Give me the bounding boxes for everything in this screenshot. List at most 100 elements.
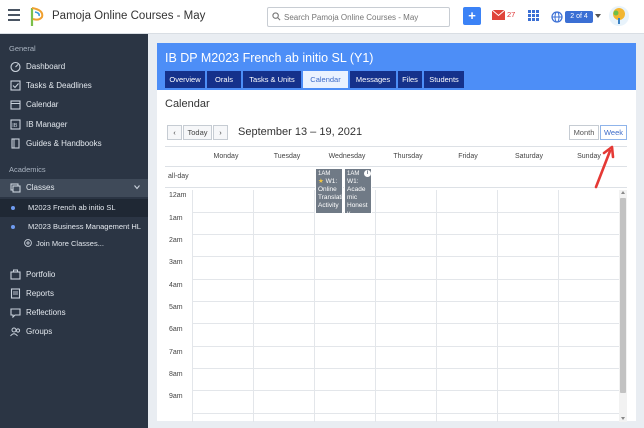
scrollbar-thumb[interactable] <box>620 198 626 393</box>
tab-orals[interactable]: Orals <box>207 71 241 88</box>
tab-files[interactable]: Files <box>398 71 422 88</box>
sidebar-heading-general: General <box>9 44 36 53</box>
hour-label: 9am <box>169 393 183 400</box>
day-gridline <box>436 190 437 422</box>
next-week-button[interactable]: › <box>213 125 228 140</box>
course-page: IB DP M2023 French ab initio SL (Y1) Ove… <box>157 43 636 422</box>
today-button[interactable]: Today <box>183 125 212 140</box>
hour-gridline <box>192 368 619 369</box>
hour-gridline <box>192 323 619 324</box>
book-icon <box>11 138 20 149</box>
day-gridline <box>314 190 315 422</box>
scroll-down-icon[interactable] <box>621 417 625 420</box>
hour-label: 4am <box>169 282 183 289</box>
create-button[interactable]: + <box>463 7 481 25</box>
mail-icon[interactable] <box>492 10 505 20</box>
sidebar-item-portfolio[interactable]: Portfolio <box>0 266 148 284</box>
day-header-saturday: Saturday <box>514 153 544 160</box>
tab-tasks-units[interactable]: Tasks & Units <box>243 71 301 88</box>
sidebar-item-ib-manager[interactable]: IB IB Manager <box>0 116 148 134</box>
avatar[interactable] <box>609 6 629 26</box>
apps-grid-icon[interactable] <box>528 10 539 21</box>
hour-label: 3am <box>169 259 183 266</box>
portfolio-icon <box>10 269 21 280</box>
sidebar-item-calendar[interactable]: Calendar <box>0 96 148 114</box>
sidebar-item-groups[interactable]: Groups <box>0 323 148 341</box>
sidebar-item-reflections[interactable]: Reflections <box>0 304 148 322</box>
day-gridline <box>192 190 193 422</box>
reports-icon <box>10 288 21 299</box>
mail-count-badge: 27 <box>507 10 516 19</box>
menu-icon[interactable] <box>8 9 20 23</box>
avatar-tree-icon <box>613 8 625 24</box>
calendar-event[interactable]: 1AM i W1: Acade mic Honest y Forum <box>344 168 372 214</box>
plus-circle-icon <box>24 239 32 247</box>
calendar-icon <box>10 100 21 110</box>
calendar-event[interactable]: 1AM ★ W1: Online Translati Activity <box>315 168 343 214</box>
tasks-icon <box>10 80 21 91</box>
chevron-down-icon[interactable] <box>134 184 140 190</box>
dashboard-icon <box>10 61 21 72</box>
pamoja-logo[interactable] <box>30 6 46 28</box>
day-header-tuesday: Tuesday <box>273 153 301 160</box>
sidebar-item-classes[interactable]: Classes <box>0 179 148 197</box>
scroll-up-icon[interactable] <box>621 191 625 194</box>
course-banner: IB DP M2023 French ab initio SL (Y1) Ove… <box>157 43 636 90</box>
all-day-label: all-day <box>168 173 189 180</box>
classes-icon <box>10 183 21 193</box>
hour-gridline <box>192 301 619 302</box>
day-header-friday: Friday <box>458 153 478 160</box>
course-title: IB DP M2023 French ab initio SL (Y1) <box>165 51 374 65</box>
prev-week-button[interactable]: ‹ <box>167 125 182 140</box>
hour-label: 1am <box>169 215 183 222</box>
reflections-icon <box>10 308 21 318</box>
sidebar-heading-academics: Academics <box>9 165 46 174</box>
week-view-button[interactable]: Week <box>600 125 627 140</box>
groups-icon <box>10 327 21 337</box>
sidebar-item-tasks[interactable]: Tasks & Deadlines <box>0 77 148 95</box>
sidebar-item-dashboard[interactable]: Dashboard <box>0 58 148 76</box>
star-icon: ★ <box>318 178 324 185</box>
hour-label: 7am <box>169 349 183 356</box>
sidebar: General Dashboard Tasks & Deadlines Cale… <box>0 34 148 428</box>
top-bar: Pamoja Online Courses - May + 27 2 of 4 <box>0 0 644 34</box>
sidebar-item-guides[interactable]: Guides & Handbooks <box>0 135 148 153</box>
search-input[interactable] <box>284 9 448 25</box>
sidebar-join-classes[interactable]: Join More Classes... <box>0 235 148 253</box>
globe-icon <box>551 11 563 23</box>
day-gridline <box>375 190 376 422</box>
tab-calendar[interactable]: Calendar <box>303 71 348 88</box>
chevron-down-icon <box>595 14 601 18</box>
tab-students[interactable]: Students <box>424 71 464 88</box>
all-day-row[interactable] <box>165 166 627 188</box>
hour-label: 12am <box>169 192 187 199</box>
hour-label: 5am <box>169 304 183 311</box>
sidebar-class-business[interactable]: M2023 Business Management HL <box>0 218 148 236</box>
day-header-monday: Monday <box>213 153 239 160</box>
info-icon: i <box>364 170 371 177</box>
day-header-thursday: Thursday <box>393 153 423 160</box>
tab-overview[interactable]: Overview <box>165 71 205 88</box>
day-header-wednesday: Wednesday <box>328 153 366 160</box>
tab-messages[interactable]: Messages <box>350 71 396 88</box>
hour-label: 6am <box>169 326 183 333</box>
annotation-arrow-icon <box>594 145 615 189</box>
event-title: W1: Acade mic Honest y Forum <box>347 178 368 214</box>
hour-gridline <box>192 279 619 280</box>
chevron-right-icon: › <box>219 128 222 137</box>
hour-gridline <box>192 234 619 235</box>
ib-manager-icon: IB <box>10 119 21 130</box>
time-grid[interactable]: 12am 1am 2am 3am 4am 5am 6am 7am 8am 9am <box>165 190 619 422</box>
svg-text:IB: IB <box>12 123 18 129</box>
bullet-icon <box>11 225 15 229</box>
day-gridline <box>253 190 254 422</box>
month-view-button[interactable]: Month <box>569 125 599 140</box>
sidebar-class-french[interactable]: M2023 French ab initio SL <box>0 199 148 217</box>
hour-label: 8am <box>169 371 183 378</box>
sidebar-item-reports[interactable]: Reports <box>0 285 148 303</box>
search-box[interactable] <box>267 7 450 27</box>
hour-gridline <box>192 256 619 257</box>
hour-gridline <box>192 212 619 213</box>
week-calendar: Monday Tuesday Wednesday Thursday Friday… <box>165 146 627 422</box>
section-title: Calendar <box>165 98 210 110</box>
